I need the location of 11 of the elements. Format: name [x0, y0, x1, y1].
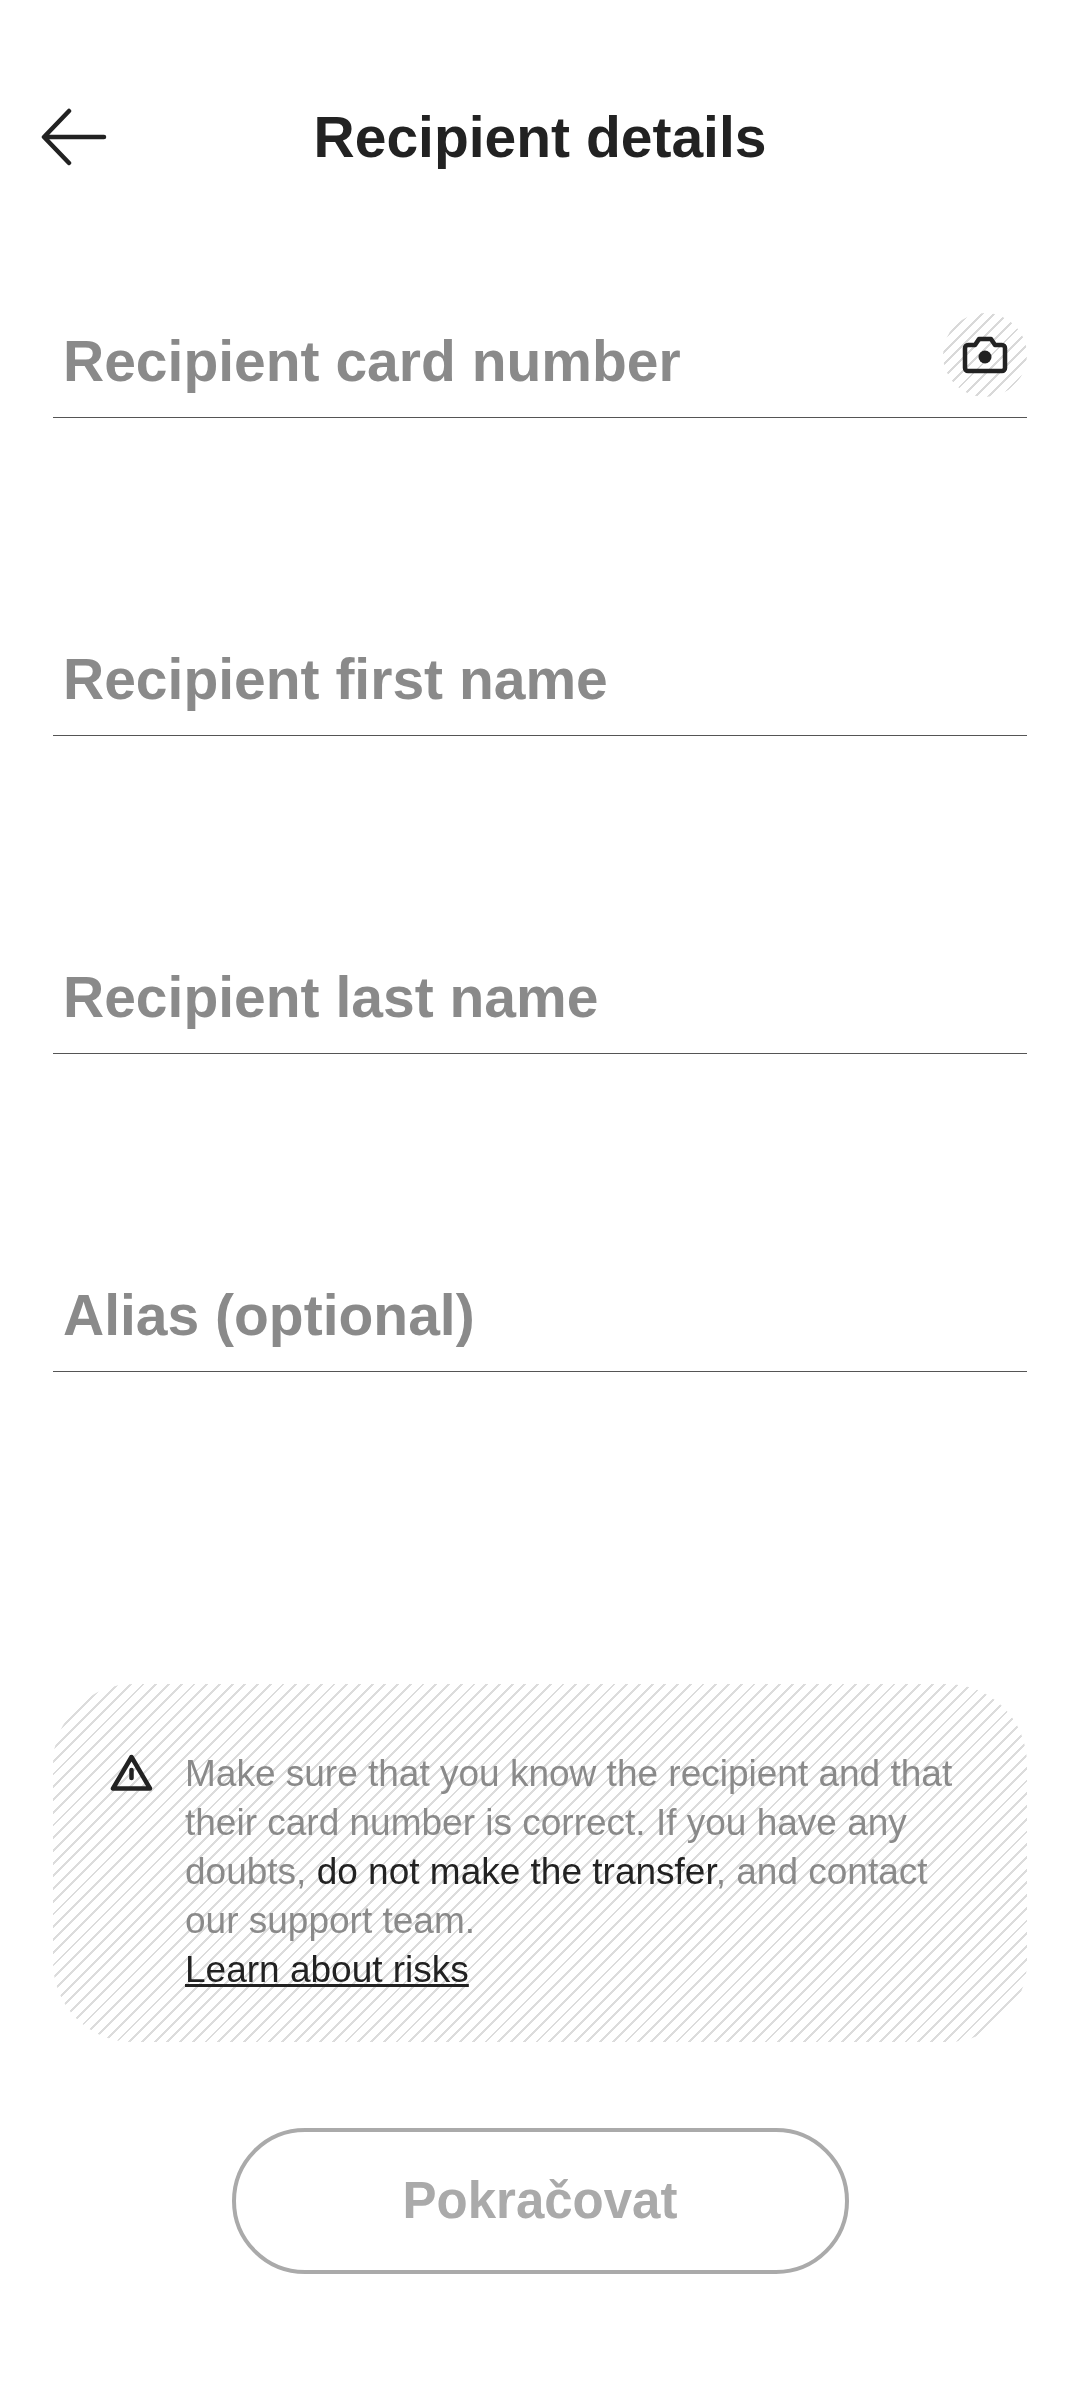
learn-about-risks-link[interactable]: Learn about risks — [185, 1945, 469, 1994]
back-button[interactable] — [41, 108, 107, 166]
input-field[interactable]: Recipient last name — [53, 949, 1027, 1053]
input-field[interactable]: Recipient first name — [53, 631, 1027, 735]
back-arrow-icon — [41, 108, 107, 166]
input-field[interactable]: Recipient card number — [53, 313, 943, 417]
page-title: Recipient details — [313, 103, 767, 171]
camera-icon — [961, 335, 1009, 375]
warning-icon — [110, 1754, 153, 1792]
input-field[interactable]: Alias (optional) — [53, 1267, 1027, 1371]
warning-text: Make sure that you know the recipient and that their card number is correct. If you have any doubts, do not make the transfer, and contact our support team. — [185, 1752, 954, 1943]
